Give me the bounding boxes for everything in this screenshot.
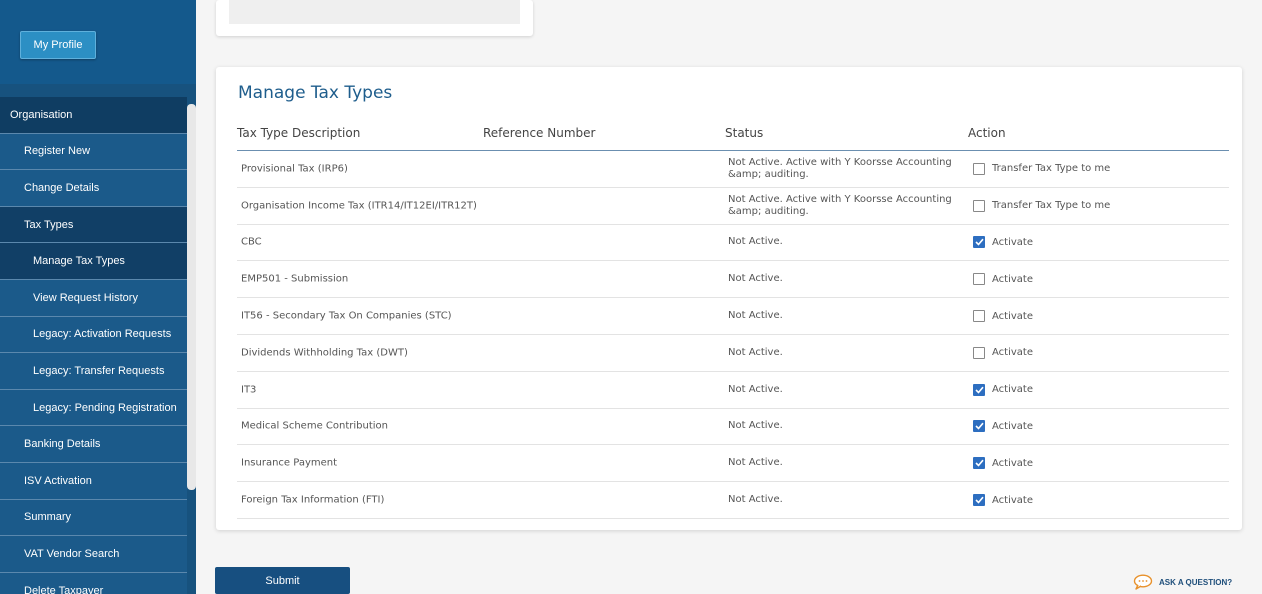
- tax-type-description: Provisional Tax (IRP6): [241, 163, 348, 175]
- table-row: Foreign Tax Information (FTI) Not Active.…: [237, 482, 1229, 519]
- activate-checkbox-checked[interactable]: Activate: [973, 236, 1033, 249]
- column-header-status: Status: [725, 126, 764, 140]
- previous-card: [216, 0, 533, 36]
- tax-type-status: Not Active.: [728, 273, 783, 285]
- tax-types-table: Provisional Tax (IRP6) Not Active. Active…: [237, 151, 1229, 519]
- column-header-description: Tax Type Description: [237, 126, 361, 140]
- checkbox-checked-icon[interactable]: [973, 236, 985, 249]
- action-label: Transfer Tax Type to me: [992, 200, 1111, 212]
- table-row: Dividends Withholding Tax (DWT) Not Activ…: [237, 335, 1229, 372]
- activate-checkbox-checked[interactable]: Activate: [973, 420, 1033, 433]
- checkbox-checked-icon[interactable]: [973, 494, 985, 507]
- sidebar-item-legacy-activation-requests[interactable]: Legacy: Activation Requests: [0, 316, 187, 354]
- sidebar-scrollbar[interactable]: [187, 104, 196, 490]
- tax-type-status: Not Active. Active with Y Koorsse Accoun…: [728, 156, 952, 180]
- checkbox-icon[interactable]: [973, 346, 985, 359]
- action-label: Transfer Tax Type to me: [992, 163, 1111, 175]
- sidebar-item-isv-activation[interactable]: ISV Activation: [0, 462, 187, 500]
- table-row: IT56 - Secondary Tax On Companies (STC) N…: [237, 298, 1229, 335]
- tax-type-status: Not Active.: [728, 346, 783, 358]
- checkbox-checked-icon[interactable]: [973, 420, 985, 433]
- checkbox-icon[interactable]: [973, 162, 985, 175]
- tax-type-description: IT3: [241, 384, 257, 396]
- sidebar-item-legacy-transfer-requests[interactable]: Legacy: Transfer Requests: [0, 353, 187, 390]
- action-label: Activate: [992, 310, 1033, 322]
- chat-bubble-icon: [1133, 574, 1153, 590]
- action-checkbox[interactable]: Activate: [973, 273, 1033, 286]
- column-header-action: Action: [968, 126, 1006, 140]
- table-row: Medical Scheme Contribution Not Active. Ac…: [237, 409, 1229, 446]
- tax-type-status: Not Active.: [728, 420, 783, 432]
- table-row: Provisional Tax (IRP6) Not Active. Active…: [237, 151, 1229, 188]
- activate-checkbox-checked[interactable]: Activate: [973, 494, 1033, 507]
- sidebar-item-change-details[interactable]: Change Details: [0, 170, 187, 207]
- table-row: EMP501 - Submission Not Active. Activate: [237, 261, 1229, 299]
- column-header-reference: Reference Number: [483, 126, 596, 140]
- action-label: Activate: [992, 494, 1033, 506]
- tax-type-status: Not Active.: [728, 457, 783, 469]
- sidebar-nav: Organisation Register New Change Details…: [0, 97, 187, 594]
- sidebar-item-delete-taxpayer[interactable]: Delete Taxpayer: [0, 572, 187, 594]
- action-checkbox[interactable]: Transfer Tax Type to me: [973, 162, 1111, 175]
- tax-type-status: Not Active.: [728, 236, 783, 248]
- ask-question-label: ASK A QUESTION?: [1159, 577, 1233, 587]
- sidebar-item-legacy-pending-registration[interactable]: Legacy: Pending Registration: [0, 389, 187, 427]
- checkbox-icon[interactable]: [973, 273, 985, 286]
- tax-type-description: Foreign Tax Information (FTI): [241, 494, 385, 506]
- checkbox-checked-icon[interactable]: [973, 383, 985, 396]
- tax-type-description: Dividends Withholding Tax (DWT): [241, 347, 408, 359]
- panel-title: Manage Tax Types: [238, 83, 393, 103]
- sidebar-item-register-new[interactable]: Register New: [0, 133, 187, 171]
- my-profile-button[interactable]: My Profile: [20, 31, 96, 59]
- tax-type-status: Not Active.: [728, 310, 783, 322]
- tax-type-description: CBC: [241, 236, 262, 248]
- sidebar-item-tax-types[interactable]: Tax Types: [0, 206, 187, 244]
- tax-type-description: Insurance Payment: [241, 457, 338, 469]
- sidebar-item-banking-details[interactable]: Banking Details: [0, 426, 187, 463]
- tax-type-status: Not Active.: [728, 383, 783, 395]
- activate-checkbox-checked[interactable]: Activate: [973, 457, 1033, 470]
- activate-checkbox-checked[interactable]: Activate: [973, 383, 1033, 396]
- tax-type-description: IT56 - Secondary Tax On Companies (STC): [241, 310, 452, 322]
- sidebar-item-view-request-history[interactable]: View Request History: [0, 279, 187, 317]
- sidebar: My Profile Organisation Register New Cha…: [0, 0, 196, 594]
- sidebar-item-manage-tax-types[interactable]: Manage Tax Types: [0, 243, 187, 280]
- tax-type-description: EMP501 - Submission: [241, 273, 349, 285]
- table-row: Organisation Income Tax (ITR14/IT12EI/IT…: [237, 188, 1229, 225]
- action-label: Activate: [992, 420, 1033, 432]
- action-label: Activate: [992, 273, 1033, 285]
- table-row: CBC Not Active. Activate: [237, 225, 1229, 262]
- checkbox-icon[interactable]: [973, 310, 985, 323]
- submit-button[interactable]: Submit: [215, 567, 350, 594]
- tax-type-description: Organisation Income Tax (ITR14/IT12EI/IT…: [241, 200, 477, 212]
- table-row: IT3 Not Active. Activate: [237, 372, 1229, 409]
- table-row: Insurance Payment Not Active. Activate: [237, 445, 1229, 483]
- tax-type-status: Not Active. Active with Y Koorsse Accoun…: [728, 193, 952, 217]
- action-label: Activate: [992, 384, 1033, 396]
- checkbox-icon[interactable]: [973, 199, 985, 212]
- tax-type-status: Not Active.: [728, 494, 783, 506]
- previous-card-field: [229, 0, 520, 24]
- sidebar-item-vat-vendor-search[interactable]: VAT Vendor Search: [0, 536, 187, 573]
- action-label: Activate: [992, 347, 1033, 359]
- ask-question-link[interactable]: ASK A QUESTION?: [1133, 574, 1232, 590]
- manage-tax-types-panel: Manage Tax Types Tax Type Description Re…: [216, 67, 1242, 530]
- sidebar-item-summary[interactable]: Summary: [0, 499, 187, 537]
- action-checkbox[interactable]: Transfer Tax Type to me: [973, 199, 1111, 212]
- checkbox-checked-icon[interactable]: [973, 457, 985, 470]
- table-header: Tax Type Description Reference Number St…: [237, 123, 1229, 151]
- tax-type-description: Medical Scheme Contribution: [241, 420, 388, 432]
- action-label: Activate: [992, 457, 1033, 469]
- action-checkbox[interactable]: Activate: [973, 310, 1033, 323]
- action-label: Activate: [992, 236, 1033, 248]
- sidebar-item-organisation[interactable]: Organisation: [0, 97, 187, 134]
- action-checkbox[interactable]: Activate: [973, 346, 1033, 359]
